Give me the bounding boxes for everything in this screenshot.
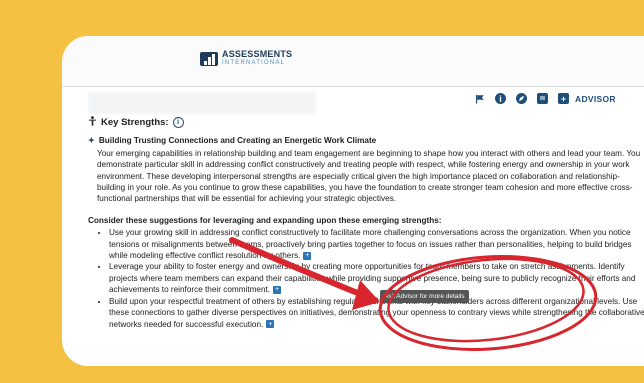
advisor-button[interactable]: ADVISOR xyxy=(575,94,616,104)
ask-advisor-plus-icon[interactable]: + xyxy=(266,320,275,329)
logo-line2: INTERNATIONAL xyxy=(222,60,286,66)
info-circle-icon[interactable]: i xyxy=(172,117,184,129)
list-item: Use your growing skill in addressing con… xyxy=(109,227,644,261)
report-panel: ASSESSMENTS INTERNATIONAL i + ADVISOR Ke… xyxy=(62,36,644,366)
flag-icon[interactable] xyxy=(474,93,485,104)
list-item: Build upon your respectful treatment of … xyxy=(109,296,644,330)
ask-advisor-plus-icon[interactable]: + xyxy=(273,286,282,295)
advisor-plus-icon[interactable]: + xyxy=(558,93,569,104)
app-header: ASSESSMENTS INTERNATIONAL xyxy=(62,36,644,87)
logo-line1: ASSESSMENTS xyxy=(222,49,293,59)
person-icon xyxy=(88,116,97,129)
report-content: Key Strengths: i ✦ Building Trusting Con… xyxy=(88,116,644,330)
section-title: Key Strengths: i xyxy=(88,116,644,129)
strength-paragraph: Your emerging capabilities in relationsh… xyxy=(97,148,641,204)
edit-icon[interactable] xyxy=(516,93,527,104)
suggestions-heading: Consider these suggestions for leveragin… xyxy=(88,215,442,225)
strength-title: ✦ Building Trusting Connections and Crea… xyxy=(88,136,377,146)
logo-mark-icon xyxy=(200,52,218,66)
suggestions-list: Use your growing skill in addressing con… xyxy=(88,227,644,330)
ask-advisor-tooltip: Ask Advisor for more details xyxy=(380,290,469,303)
redacted-name-box xyxy=(88,92,316,114)
info-icon[interactable]: i xyxy=(495,93,506,104)
toolbar: i + ADVISOR xyxy=(474,93,616,104)
logo: ASSESSMENTS INTERNATIONAL xyxy=(200,50,292,68)
list-icon[interactable] xyxy=(537,93,548,104)
list-item: Leverage your ability to foster energy a… xyxy=(109,261,644,295)
sparkle-icon: ✦ xyxy=(88,136,95,146)
ask-advisor-plus-icon[interactable]: + xyxy=(303,251,312,260)
